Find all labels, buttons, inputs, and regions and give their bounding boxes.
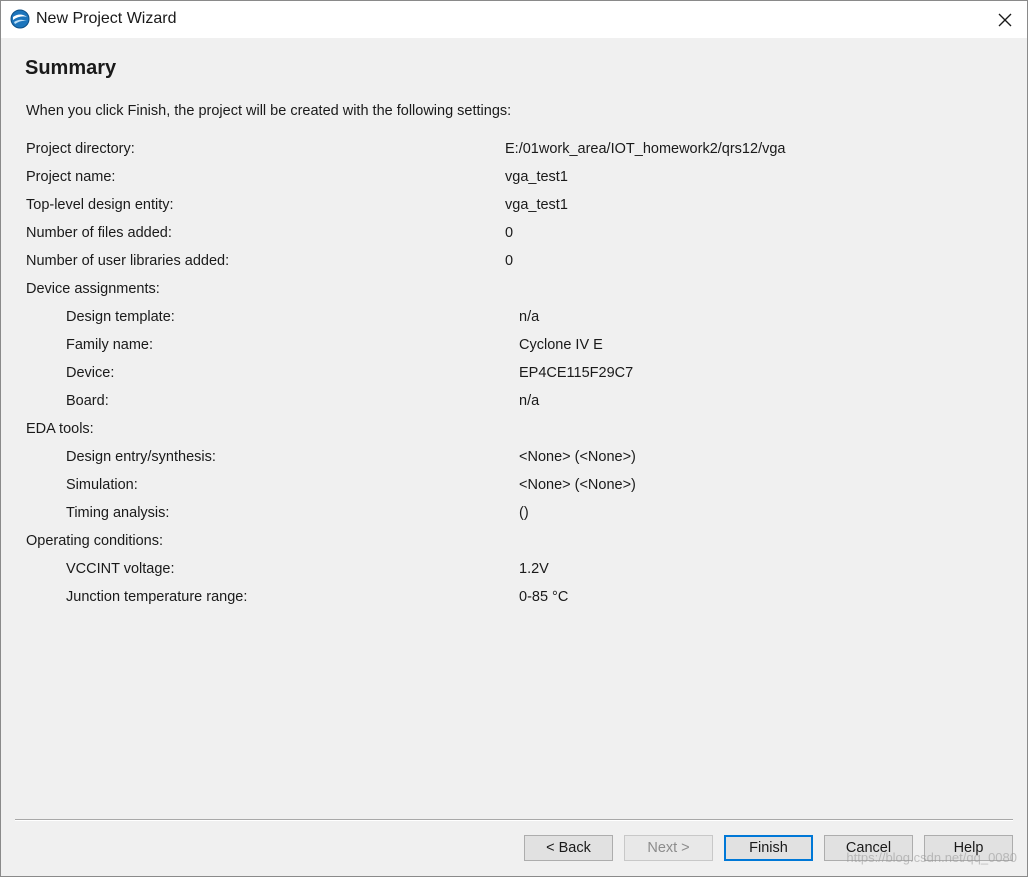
setting-label: Device: <box>66 365 115 381</box>
setting-label: Operating conditions: <box>26 533 164 549</box>
setting-value: vga_test1 <box>505 169 568 185</box>
setting-value: () <box>519 505 529 521</box>
setting-label: EDA tools: <box>26 421 94 437</box>
setting-row: Design entry/synthesis: <None> (<None>) <box>1 444 1001 472</box>
setting-row: Design template: n/a <box>1 304 1001 332</box>
setting-row: Family name: Cyclone IV E <box>1 332 1001 360</box>
back-button[interactable]: < Back <box>524 835 613 861</box>
setting-value: 0-85 °C <box>519 589 569 605</box>
setting-value: EP4CE115F29C7 <box>519 365 634 381</box>
setting-value: n/a <box>519 393 540 409</box>
close-button[interactable] <box>983 1 1027 38</box>
setting-row: Number of files added: 0 <box>1 220 1001 248</box>
setting-label: Number of files added: <box>26 225 172 241</box>
setting-row: VCCINT voltage: 1.2V <box>1 556 1001 584</box>
finish-button[interactable]: Finish <box>724 835 813 861</box>
setting-value: 1.2V <box>519 561 549 577</box>
setting-row: Operating conditions: <box>1 528 1001 556</box>
watermark: https://blog.csdn.net/qq_0080 <box>846 850 1017 865</box>
close-icon <box>998 13 1012 27</box>
setting-value: 0 <box>505 225 514 241</box>
setting-value: vga_test1 <box>505 197 568 213</box>
setting-label: Top-level design entity: <box>26 197 174 213</box>
setting-label: Device assignments: <box>26 281 160 297</box>
setting-value: Cyclone IV E <box>519 337 603 353</box>
setting-row: Junction temperature range: 0-85 °C <box>1 584 1001 612</box>
setting-row: Board: n/a <box>1 388 1001 416</box>
setting-label: Design template: <box>66 309 175 325</box>
setting-value: E:/01work_area/IOT_homework2/qrs12/vga <box>505 141 786 157</box>
setting-value: n/a <box>519 309 540 325</box>
setting-row: Device assignments: <box>1 276 1001 304</box>
setting-label: Number of user libraries added: <box>26 253 230 269</box>
title-bar[interactable]: New Project Wizard <box>1 1 1027 38</box>
next-button[interactable]: Next > <box>624 835 713 861</box>
setting-label: Family name: <box>66 337 154 353</box>
intro-text: When you click Finish, the project will … <box>26 103 512 119</box>
setting-label: Junction temperature range: <box>66 589 248 605</box>
quartus-logo-icon <box>10 9 30 29</box>
new-project-wizard-window: New Project Wizard Summary When you clic… <box>0 0 1028 877</box>
setting-row: Top-level design entity: vga_test1 <box>1 192 1001 220</box>
setting-label: Design entry/synthesis: <box>66 449 216 465</box>
setting-label: Simulation: <box>66 477 138 493</box>
setting-label: Project directory: <box>26 141 135 157</box>
setting-row: Device: EP4CE115F29C7 <box>1 360 1001 388</box>
wizard-content: Summary When you click Finish, the proje… <box>1 38 1027 876</box>
setting-row: Project directory: E:/01work_area/IOT_hom… <box>1 136 1001 164</box>
setting-row: Timing analysis: () <box>1 500 1001 528</box>
settings-list: Project directory: E:/01work_area/IOT_hom… <box>1 136 1001 612</box>
setting-value: 0 <box>505 253 514 269</box>
footer-divider <box>15 819 1013 821</box>
window-title: New Project Wizard <box>36 10 177 27</box>
setting-row: Simulation: <None> (<None>) <box>1 472 1001 500</box>
setting-row: Number of user libraries added: 0 <box>1 248 1001 276</box>
setting-value: <None> (<None>) <box>519 477 636 493</box>
setting-label: VCCINT voltage: <box>66 561 175 577</box>
setting-label: Project name: <box>26 169 116 185</box>
setting-row: Project name: vga_test1 <box>1 164 1001 192</box>
setting-value: <None> (<None>) <box>519 449 636 465</box>
setting-row: EDA tools: <box>1 416 1001 444</box>
setting-label: Board: <box>66 393 109 409</box>
setting-label: Timing analysis: <box>66 505 170 521</box>
page-title: Summary <box>25 57 117 79</box>
